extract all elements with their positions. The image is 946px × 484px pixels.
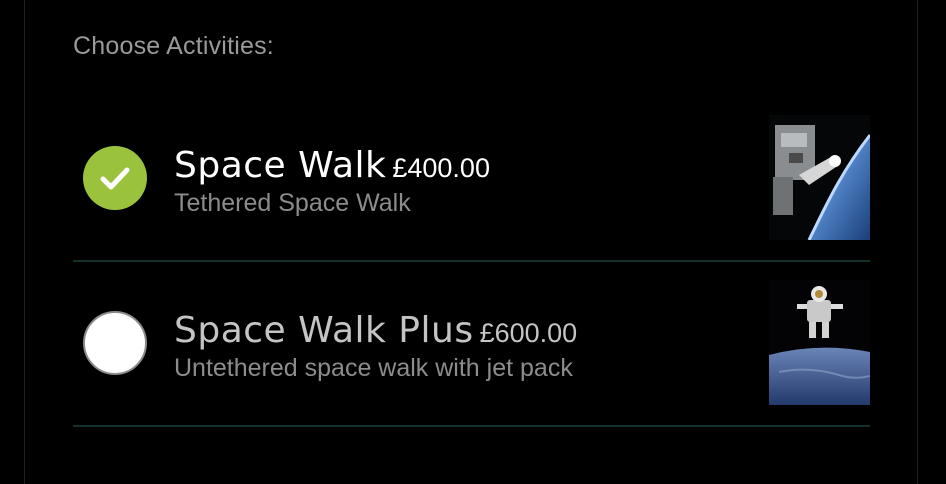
activity-price: £400.00 (392, 153, 490, 183)
spacewalk-earth-image (769, 115, 870, 240)
activity-price: £600.00 (479, 318, 578, 348)
checkmark-icon (100, 167, 130, 190)
astronaut-jetpack-image (769, 280, 870, 405)
activity-option-space-walk[interactable]: Space Walk £400.00 Tethered Space Walk (73, 97, 870, 262)
activity-option-space-walk-plus[interactable]: Space Walk Plus £600.00 Untethered space … (73, 262, 870, 427)
activity-title: Space Walk £400.00 (174, 145, 490, 186)
section-title: Choose Activities: (73, 32, 274, 60)
unselected-checkbox[interactable] (83, 311, 147, 375)
activity-name: Space Walk Plus (174, 310, 474, 351)
activity-title: Space Walk Plus £600.00 (174, 310, 577, 351)
selected-checkbox[interactable] (83, 146, 147, 210)
activity-description: Tethered Space Walk (174, 189, 411, 217)
activity-name: Space Walk (174, 145, 387, 186)
activity-description: Untethered space walk with jet pack (174, 354, 573, 382)
